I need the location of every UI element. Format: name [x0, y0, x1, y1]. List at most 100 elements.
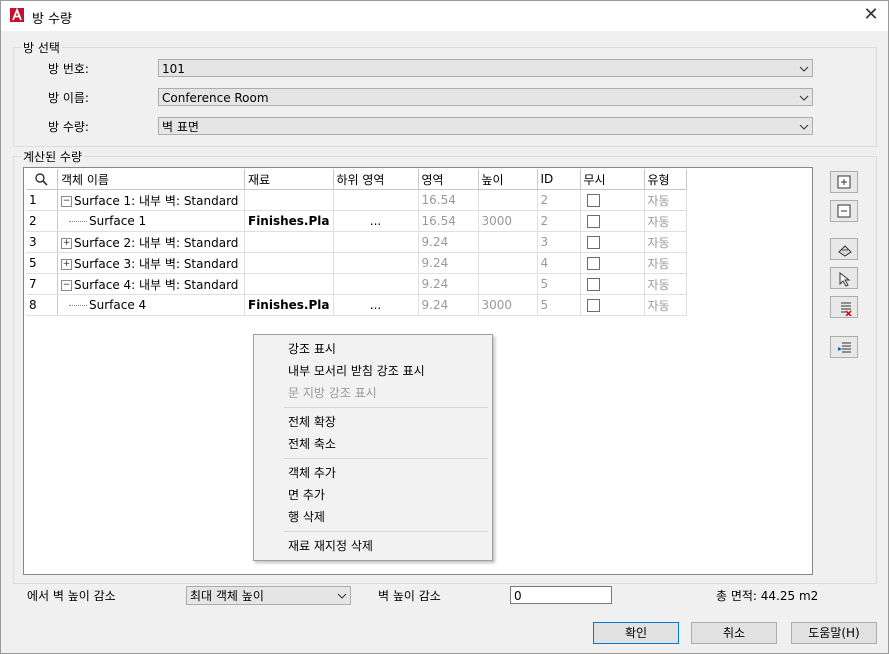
column-header-height[interactable]: 높이	[478, 169, 538, 190]
collapse-all-button[interactable]	[830, 200, 858, 222]
row-number[interactable]: 2	[26, 210, 58, 232]
menu-item-remove-material-override[interactable]: 재료 재지정 삭제	[288, 537, 373, 554]
ignore-cell[interactable]	[580, 294, 645, 316]
room-selection-label: 방 선택	[21, 39, 62, 56]
object-name-cell[interactable]: Surface 4	[57, 294, 245, 316]
insert-row-button[interactable]	[830, 336, 858, 358]
type-cell: 자동	[644, 294, 687, 316]
menu-item-highlight-corner[interactable]: 내부 모서리 받침 강조 표시	[288, 362, 425, 379]
room-number-select[interactable]: 101	[158, 59, 813, 77]
room-name-select[interactable]: Conference Room	[158, 88, 813, 106]
column-header-subarea[interactable]: 하위 영역	[333, 169, 419, 190]
object-name-cell[interactable]: + Surface 2: 내부 벽: Standard	[57, 231, 245, 253]
table-row[interactable]: 3 + Surface 2: 내부 벽: Standard 9.24 3 자동	[26, 231, 687, 253]
window-title: 방 수량	[32, 12, 73, 27]
cancel-button[interactable]: 취소	[691, 622, 777, 644]
room-quantity-select[interactable]: 벽 표면	[158, 117, 813, 135]
row-number[interactable]: 8	[26, 294, 58, 316]
context-menu: 강조 표시 내부 모서리 받침 강조 표시 문 지방 강조 표시 전체 확장 전…	[253, 334, 493, 561]
ignore-cell[interactable]	[580, 252, 645, 274]
row-number[interactable]: 5	[26, 252, 58, 274]
object-name-cell[interactable]: Surface 1	[57, 210, 245, 232]
column-header-ignore[interactable]: 무시	[580, 169, 645, 190]
subarea-cell[interactable]	[333, 231, 419, 253]
tree-collapse-icon[interactable]: −	[61, 195, 72, 207]
menu-item-expand-all[interactable]: 전체 확장	[288, 413, 336, 430]
ignore-cell[interactable]	[580, 210, 645, 232]
material-cell[interactable]	[244, 252, 334, 274]
material-cell[interactable]	[244, 273, 334, 295]
material-cell[interactable]	[244, 231, 334, 253]
menu-item-delete-row[interactable]: 행 삭제	[288, 508, 325, 525]
area-cell: 9.24	[418, 231, 479, 253]
calculated-label: 계산된 수량	[21, 148, 85, 165]
grid-search-header[interactable]	[26, 169, 58, 190]
object-name-cell[interactable]: + Surface 3: 내부 벽: Standard	[57, 252, 245, 274]
height-cell[interactable]	[478, 231, 538, 253]
height-cell[interactable]: 3000	[478, 210, 538, 232]
tree-collapse-icon[interactable]: −	[61, 279, 72, 291]
material-cell[interactable]	[244, 189, 334, 211]
height-cell[interactable]	[478, 189, 538, 211]
subarea-cell[interactable]: ...	[333, 210, 419, 232]
column-header-name[interactable]: 객체 이름	[57, 169, 245, 190]
select-objects-button[interactable]	[830, 267, 858, 289]
height-cell[interactable]: 3000	[478, 294, 538, 316]
area-cell: 16.54	[418, 189, 479, 211]
id-cell: 2	[537, 210, 581, 232]
tree-expand-icon[interactable]: +	[61, 258, 72, 270]
table-row[interactable]: 8 Surface 4 Finishes.Pla... 9.24 3000 5 자동	[26, 294, 687, 316]
ok-button[interactable]: 확인	[593, 622, 679, 644]
material-cell[interactable]: Finishes.Pla	[244, 294, 334, 316]
ignore-checkbox[interactable]	[586, 215, 600, 228]
reduce-by-input[interactable]: 0	[510, 586, 612, 604]
menu-item-add-surface[interactable]: 면 추가	[288, 486, 325, 503]
column-header-area[interactable]: 영역	[418, 169, 479, 190]
ignore-cell[interactable]	[580, 273, 645, 295]
ignore-checkbox[interactable]	[586, 236, 600, 249]
table-row[interactable]: 5 + Surface 3: 내부 벽: Standard 9.24 4 자동	[26, 252, 687, 274]
subarea-cell[interactable]: ...	[333, 294, 419, 316]
room-quantity-value: 벽 표면	[162, 120, 199, 134]
help-button[interactable]: 도움말(H)	[791, 622, 877, 644]
column-header-type[interactable]: 유형	[644, 169, 687, 190]
menu-item-add-object[interactable]: 객체 추가	[288, 464, 336, 481]
height-cell[interactable]	[478, 252, 538, 274]
height-cell[interactable]	[478, 273, 538, 295]
table-row[interactable]: 1− Surface 1: 내부 벽: Standard 16.54 2 자동	[26, 189, 687, 211]
area-cell: 9.24	[418, 252, 479, 274]
menu-item-collapse-all[interactable]: 전체 축소	[288, 435, 336, 452]
id-cell: 3	[537, 231, 581, 253]
row-number[interactable]: 1	[26, 189, 58, 211]
table-row[interactable]: 7− Surface 4: 내부 벽: Standard 9.24 5 자동	[26, 273, 687, 295]
column-header-material[interactable]: 재료	[244, 169, 334, 190]
row-number[interactable]: 7	[26, 273, 58, 295]
room-name-label: 방 이름:	[48, 91, 89, 105]
delete-row-button[interactable]	[830, 296, 858, 318]
subarea-cell[interactable]	[333, 252, 419, 274]
ignore-cell[interactable]	[580, 189, 645, 211]
table-row[interactable]: 2 Surface 1 Finishes.Pla... 16.54 3000 2 자동	[26, 210, 687, 232]
ignore-checkbox[interactable]	[586, 257, 600, 270]
reduce-from-select[interactable]: 최대 객체 높이	[186, 586, 351, 605]
ignore-cell[interactable]	[580, 231, 645, 253]
ignore-checkbox[interactable]	[586, 194, 600, 207]
column-header-id[interactable]: ID	[537, 169, 581, 190]
subarea-cell[interactable]	[333, 189, 419, 211]
type-cell: 자동	[644, 252, 687, 274]
insert-list-icon	[838, 342, 851, 353]
material-cell[interactable]: Finishes.Pla	[244, 210, 334, 232]
object-name-cell[interactable]: − Surface 4: 내부 벽: Standard	[57, 273, 245, 295]
expand-all-button[interactable]	[830, 171, 858, 193]
subarea-cell[interactable]	[333, 273, 419, 295]
tree-expand-icon[interactable]: +	[61, 237, 72, 249]
ignore-checkbox[interactable]	[586, 299, 600, 312]
search-icon	[35, 173, 48, 186]
row-number[interactable]: 3	[26, 231, 58, 253]
ignore-checkbox[interactable]	[586, 278, 600, 291]
chevron-down-icon	[337, 593, 347, 599]
close-icon[interactable]: ✕	[860, 4, 882, 26]
object-name-cell[interactable]: − Surface 1: 내부 벽: Standard	[57, 189, 245, 211]
menu-item-highlight[interactable]: 강조 표시	[288, 340, 336, 357]
highlight-button[interactable]	[830, 238, 858, 260]
